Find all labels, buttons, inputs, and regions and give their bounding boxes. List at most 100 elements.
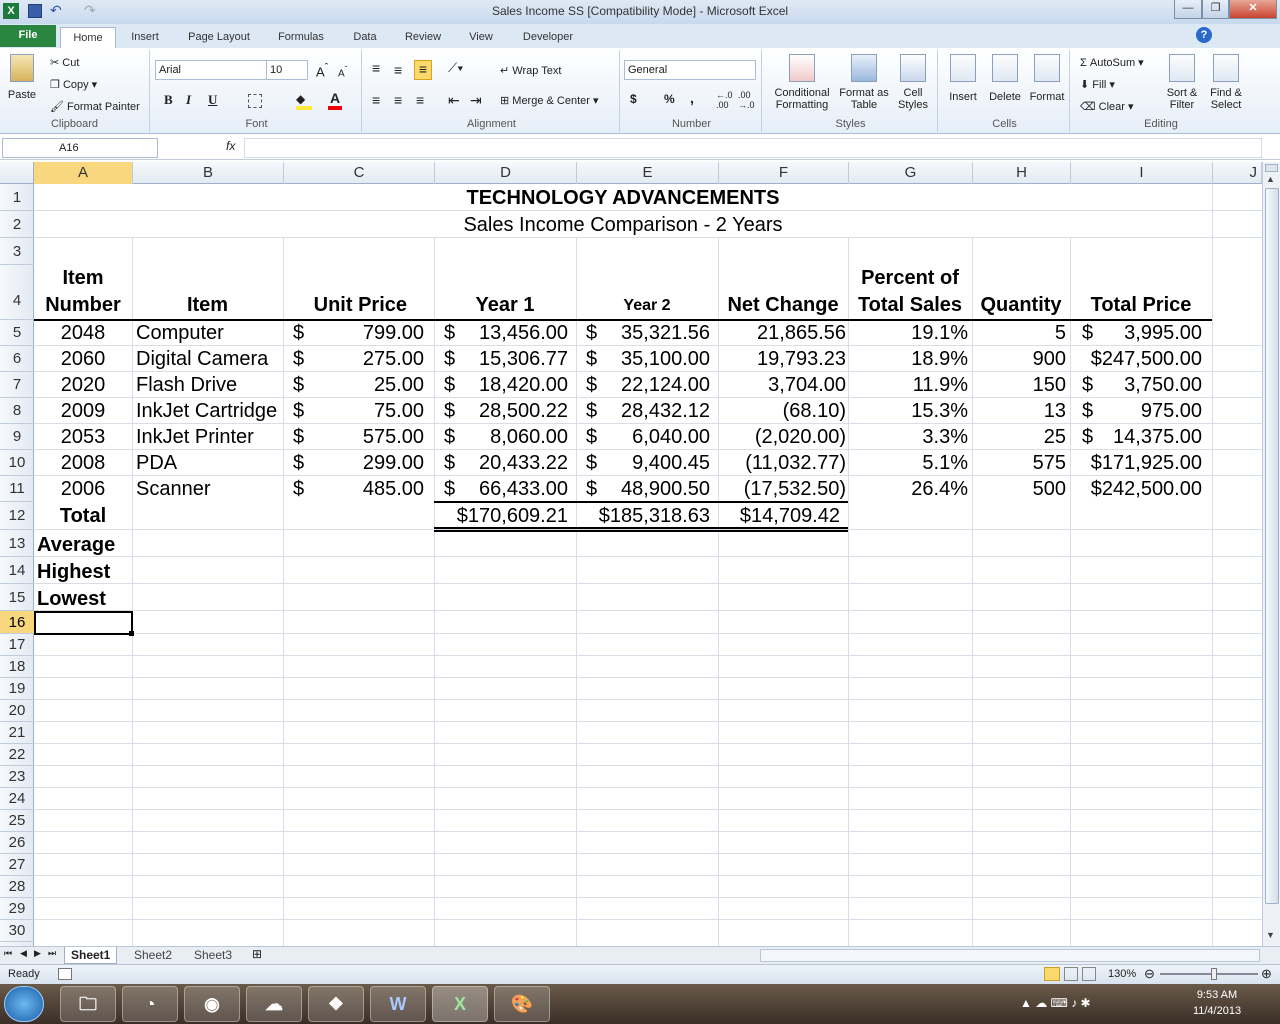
sheet-title[interactable]: TECHNOLOGY ADVANCEMENTS — [34, 186, 1212, 210]
zoom-out-icon[interactable]: ⊖ — [1144, 966, 1155, 982]
find-select-button[interactable]: Find & Select — [1204, 54, 1248, 111]
select-all-corner[interactable] — [0, 162, 34, 184]
row-header[interactable]: 27 — [0, 854, 34, 876]
cell-styles-button[interactable]: Cell Styles — [892, 54, 934, 111]
clear-button[interactable]: ⌫ Clear ▾ — [1080, 100, 1134, 113]
format-painter-button[interactable]: 🖌 Format Painter — [50, 100, 140, 113]
row-header[interactable]: 23 — [0, 766, 34, 788]
unit-price-cell[interactable]: 799.00 — [283, 321, 424, 345]
minimize-button[interactable]: — — [1174, 0, 1202, 19]
page-break-view-icon[interactable] — [1082, 967, 1096, 981]
sheet-subtitle[interactable]: Sales Income Comparison - 2 Years — [34, 213, 1212, 237]
comma-button[interactable]: , — [690, 90, 694, 106]
row-header[interactable]: 25 — [0, 810, 34, 832]
tab-file[interactable]: File — [0, 25, 56, 47]
item-number-cell[interactable]: 2060 — [34, 347, 132, 371]
zoom-in-icon[interactable]: ⊕ — [1261, 966, 1272, 982]
unit-price-cell[interactable]: 299.00 — [283, 451, 424, 475]
orientation-icon[interactable]: ⟋▾ — [448, 60, 463, 76]
percent-cell[interactable]: 18.9% — [848, 347, 968, 371]
help-icon[interactable]: ? — [1196, 27, 1212, 43]
split-box[interactable] — [1265, 164, 1278, 172]
row-header[interactable]: 11 — [0, 476, 34, 502]
number-format-select[interactable]: General — [624, 60, 756, 80]
sheet-tab-3[interactable]: Sheet3 — [188, 947, 238, 964]
row-header[interactable]: 10 — [0, 450, 34, 476]
row-header[interactable]: 28 — [0, 876, 34, 898]
wrap-text-button[interactable]: ↵ Wrap Text — [500, 64, 561, 77]
name-box[interactable]: A16 — [2, 138, 158, 158]
row-header[interactable]: 18 — [0, 656, 34, 678]
unit-price-cell[interactable]: 275.00 — [283, 347, 424, 371]
total-net-change[interactable]: $14,709.42 — [718, 504, 840, 528]
year2-cell[interactable]: 35,100.00 — [576, 347, 710, 371]
format-cells-button[interactable]: Format — [1026, 54, 1068, 103]
row-header[interactable]: 16 — [0, 611, 34, 634]
unit-price-cell[interactable]: 25.00 — [283, 373, 424, 397]
header-percent-line1[interactable]: Percent of — [848, 266, 972, 290]
prev-sheet-icon[interactable]: ◀ — [20, 948, 27, 959]
fill-handle[interactable] — [129, 631, 134, 636]
unit-price-cell[interactable]: 575.00 — [283, 425, 424, 449]
tab-page-layout[interactable]: Page Layout — [178, 27, 260, 48]
row-header[interactable]: 3 — [0, 238, 34, 265]
lowest-label[interactable]: Lowest — [37, 587, 106, 611]
insert-cells-button[interactable]: Insert — [942, 54, 984, 103]
decrease-indent-icon[interactable]: ⇤ — [448, 92, 460, 109]
header-year2[interactable]: Year 2 — [576, 294, 718, 318]
year2-cell[interactable]: 28,432.12 — [576, 399, 710, 423]
align-top-icon[interactable]: ≡ — [372, 60, 380, 76]
dropbox-icon[interactable]: ❖ — [308, 986, 364, 1022]
italic-button[interactable]: I — [186, 92, 191, 108]
item-number-cell[interactable]: 2009 — [34, 399, 132, 423]
tab-developer[interactable]: Developer — [512, 27, 584, 48]
item-number-cell[interactable]: 2006 — [34, 477, 132, 501]
column-header-f[interactable]: F — [719, 162, 849, 184]
row-header[interactable]: 30 — [0, 920, 34, 942]
year2-cell[interactable]: 9,400.45 — [576, 451, 710, 475]
row-header[interactable]: 7 — [0, 372, 34, 398]
scroll-down-arrow-icon[interactable]: ▼ — [1266, 930, 1275, 940]
header-item-number-line1[interactable]: Item — [34, 266, 132, 290]
row-header[interactable]: 17 — [0, 634, 34, 656]
sort-filter-button[interactable]: Sort & Filter — [1160, 54, 1204, 111]
year2-cell[interactable]: 6,040.00 — [576, 425, 710, 449]
bold-button[interactable]: B — [164, 92, 173, 108]
item-number-cell[interactable]: 2020 — [34, 373, 132, 397]
last-sheet-icon[interactable]: ⏭ — [48, 948, 56, 959]
year1-cell[interactable]: 66,433.00 — [434, 477, 568, 501]
fill-button[interactable]: ⬇ Fill ▾ — [1080, 78, 1115, 91]
row-header[interactable]: 20 — [0, 700, 34, 722]
chrome-icon[interactable]: ◉ — [184, 986, 240, 1022]
restore-button[interactable]: ❐ — [1202, 0, 1229, 19]
conditional-formatting-button[interactable]: Conditional Formatting — [766, 54, 838, 111]
total-price-cell[interactable]: $242,500.00 — [1070, 477, 1202, 501]
unit-price-cell[interactable]: 485.00 — [283, 477, 424, 501]
percent-cell[interactable]: 15.3% — [848, 399, 968, 423]
header-unit-price[interactable]: Unit Price — [283, 293, 407, 317]
item-name-cell[interactable]: InkJet Printer — [136, 425, 254, 449]
sheet-tab-2[interactable]: Sheet2 — [128, 947, 178, 964]
item-name-cell[interactable]: Flash Drive — [136, 373, 237, 397]
net-change-cell[interactable]: (2,020.00) — [718, 425, 846, 449]
column-header-j[interactable]: J — [1213, 162, 1262, 184]
header-total-price[interactable]: Total Price — [1070, 293, 1212, 317]
percent-button[interactable]: % — [664, 92, 675, 106]
row-header[interactable]: 21 — [0, 722, 34, 744]
quantity-cell[interactable]: 25 — [972, 425, 1066, 449]
worksheet-grid[interactable]: TECHNOLOGY ADVANCEMENTS Sales Income Com… — [34, 184, 1262, 946]
sheet-tab-1[interactable]: Sheet1 — [64, 947, 118, 964]
net-change-cell[interactable]: 19,793.23 — [718, 347, 846, 371]
autosum-button[interactable]: Σ AutoSum ▾ — [1080, 56, 1144, 69]
total-year2[interactable]: $185,318.63 — [576, 504, 710, 528]
close-button[interactable]: ✕ — [1229, 0, 1277, 19]
font-name-select[interactable]: Arial — [155, 60, 267, 80]
quantity-cell[interactable]: 13 — [972, 399, 1066, 423]
app-icon[interactable]: ◔ — [122, 986, 178, 1022]
total-price-cell[interactable]: 3,750.00 — [1070, 373, 1202, 397]
macro-record-icon[interactable] — [58, 968, 72, 980]
header-quantity[interactable]: Quantity — [972, 293, 1070, 317]
column-header-e[interactable]: E — [577, 162, 719, 184]
scroll-thumb[interactable] — [1265, 188, 1279, 904]
borders-icon[interactable] — [248, 94, 262, 108]
